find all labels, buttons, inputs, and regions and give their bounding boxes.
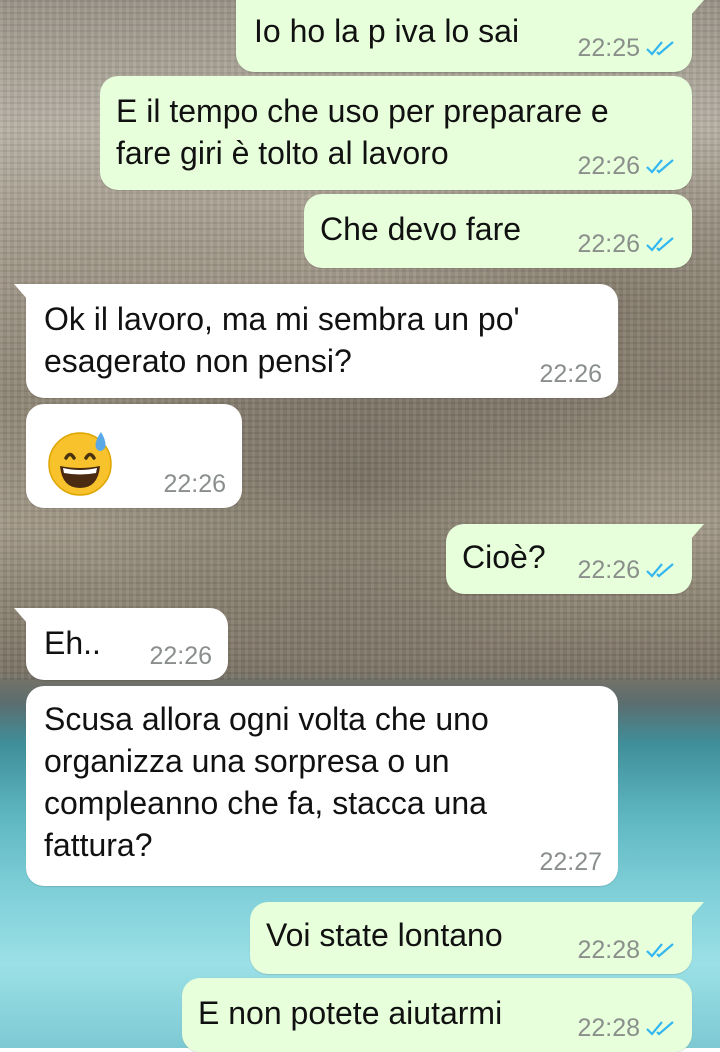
message-meta: 22:26 bbox=[577, 152, 676, 180]
message-bubble-outgoing[interactable]: Che devo fare 22:26 bbox=[304, 194, 692, 268]
message-meta: 22:25 bbox=[577, 34, 676, 62]
message-time: 22:26 bbox=[577, 230, 640, 258]
message-time: 22:26 bbox=[149, 642, 212, 670]
message-meta: 22:26 bbox=[577, 230, 676, 258]
message-time: 22:26 bbox=[577, 152, 640, 180]
message-bubble-incoming[interactable]: Scusa allora ogni volta che uno organizz… bbox=[26, 686, 618, 886]
message-time: 22:27 bbox=[539, 848, 602, 876]
double-check-icon bbox=[646, 159, 674, 174]
message-meta: 22:26 bbox=[163, 470, 226, 498]
message-bubble-incoming[interactable]: Eh.. 22:26 bbox=[14, 608, 228, 680]
message-meta: 22:28 bbox=[577, 936, 676, 964]
message-bubble-outgoing[interactable]: Cioè? 22:26 bbox=[446, 524, 704, 594]
double-check-icon bbox=[646, 563, 674, 578]
message-time: 22:26 bbox=[163, 470, 226, 498]
message-time: 22:28 bbox=[577, 1014, 640, 1042]
message-bubble-incoming[interactable]: Ok il lavoro, ma mi sembra un po' esager… bbox=[14, 284, 618, 398]
message-meta: 22:26 bbox=[149, 642, 212, 670]
message-text: Eh.. bbox=[44, 625, 101, 661]
message-time: 22:28 bbox=[577, 936, 640, 964]
message-bubble-outgoing[interactable]: E non potete aiutarmi 22:28 bbox=[182, 978, 692, 1052]
double-check-icon bbox=[646, 1021, 674, 1036]
message-text: Io ho la p iva lo sai bbox=[254, 13, 520, 49]
message-text: Che devo fare bbox=[320, 211, 522, 247]
message-text: E non potete aiutarmi bbox=[198, 995, 503, 1031]
message-time: 22:26 bbox=[539, 360, 602, 388]
message-bubble-outgoing[interactable]: E il tempo che uso per preparare e fare … bbox=[100, 76, 692, 190]
message-meta: 22:26 bbox=[577, 556, 676, 584]
double-check-icon bbox=[646, 237, 674, 252]
message-bubble-outgoing[interactable]: Io ho la p iva lo sai 22:25 bbox=[236, 0, 704, 72]
message-text: E il tempo che uso per preparare e fare … bbox=[116, 93, 609, 171]
message-text: Cioè? bbox=[462, 539, 546, 575]
message-meta: 22:28 bbox=[577, 1014, 676, 1042]
message-text: Scusa allora ogni volta che uno organizz… bbox=[44, 701, 489, 863]
double-check-icon bbox=[646, 943, 674, 958]
grinning-face-with-sweat-icon bbox=[48, 432, 112, 496]
double-check-icon bbox=[646, 41, 674, 56]
message-meta: 22:26 bbox=[539, 360, 602, 388]
message-time: 22:26 bbox=[577, 556, 640, 584]
message-text: Voi state lontano bbox=[266, 917, 503, 953]
message-bubble-outgoing[interactable]: Voi state lontano 22:28 bbox=[250, 902, 704, 974]
message-bubble-incoming[interactable]: 22:26 bbox=[26, 404, 242, 508]
message-text: Ok il lavoro, ma mi sembra un po' esager… bbox=[44, 301, 520, 379]
message-time: 22:25 bbox=[577, 34, 640, 62]
message-meta: 22:27 bbox=[539, 848, 602, 876]
